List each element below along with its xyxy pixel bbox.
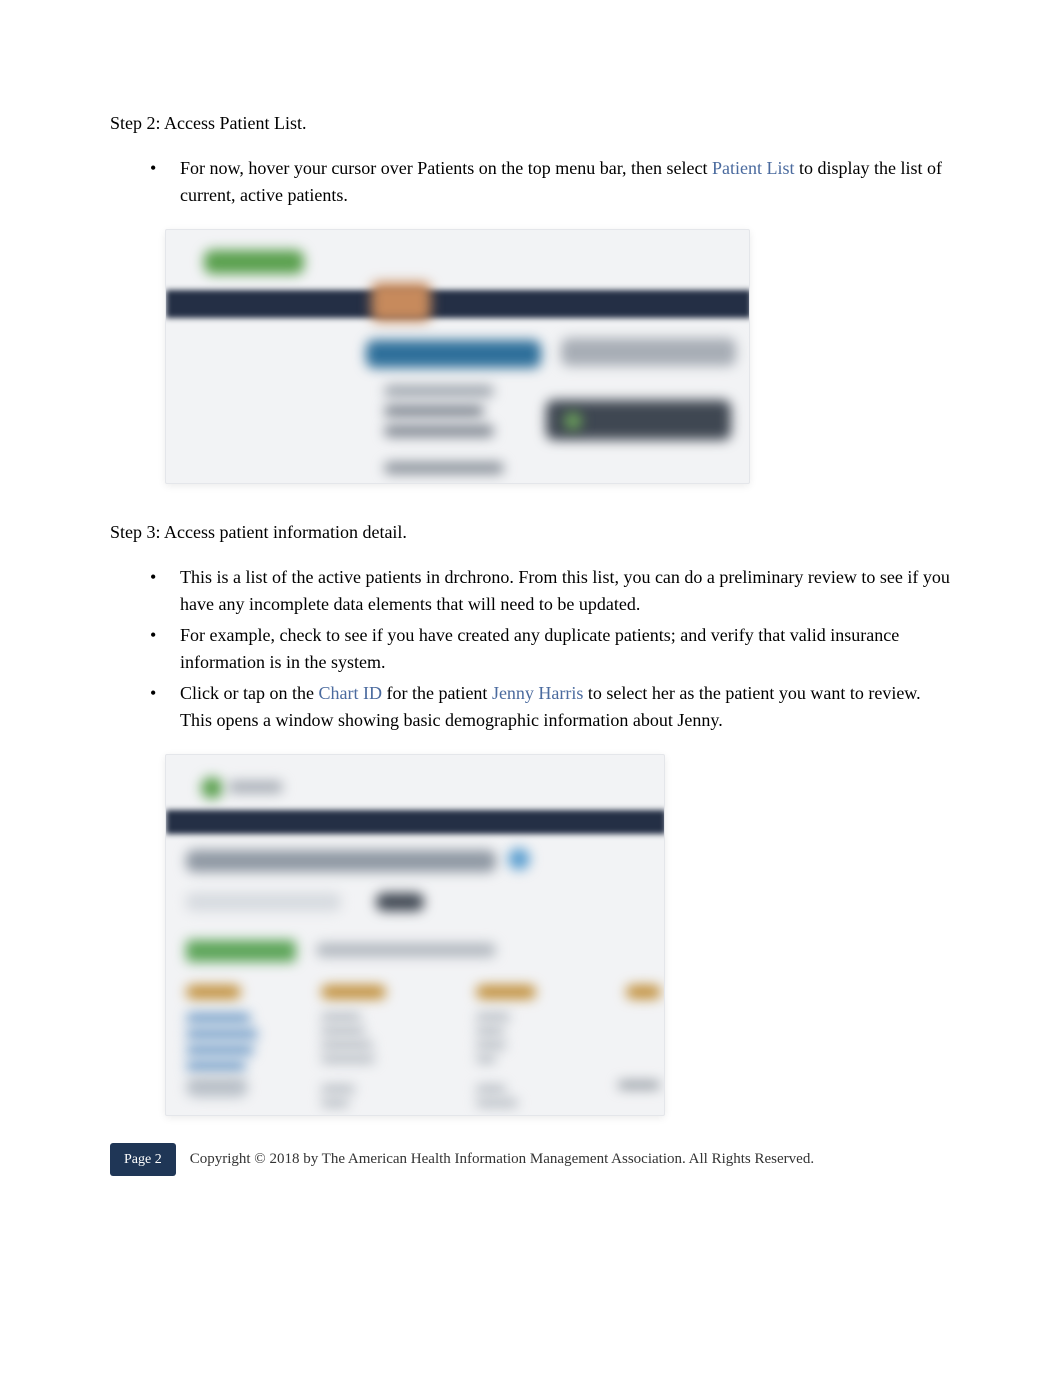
step2-bullet-1: For now, hover your cursor over Patients… [150, 155, 952, 209]
step3-heading: Step 3: Access patient information detai… [110, 519, 952, 546]
page-footer: Page 2 Copyright © 2018 by The American … [110, 1143, 952, 1176]
step3-bullets: This is a list of the active patients in… [110, 564, 952, 734]
step3-bullet3-pre: Click or tap on the [180, 683, 318, 703]
step3-bullet-2: For example, check to see if you have cr… [150, 622, 952, 676]
jenny-harris-link: Jenny Harris [492, 683, 583, 703]
screenshot-patient-list [165, 754, 665, 1116]
step3-bullet-1: This is a list of the active patients in… [150, 564, 952, 618]
chart-id-link: Chart ID [318, 683, 381, 703]
screenshot-patients-menu [165, 229, 750, 484]
step3-bullet3-mid: for the patient [386, 683, 491, 703]
step2-heading: Step 2: Access Patient List. [110, 110, 952, 137]
patient-list-link: Patient List [712, 158, 795, 178]
step3-bullet-3: Click or tap on the Chart ID for the pat… [150, 680, 952, 734]
page-number-tab: Page 2 [110, 1143, 176, 1176]
step2-bullets: For now, hover your cursor over Patients… [110, 155, 952, 209]
copyright-text: Copyright © 2018 by The American Health … [190, 1148, 814, 1171]
step2-bullet1-pre: For now, hover your cursor over Patients… [180, 158, 712, 178]
